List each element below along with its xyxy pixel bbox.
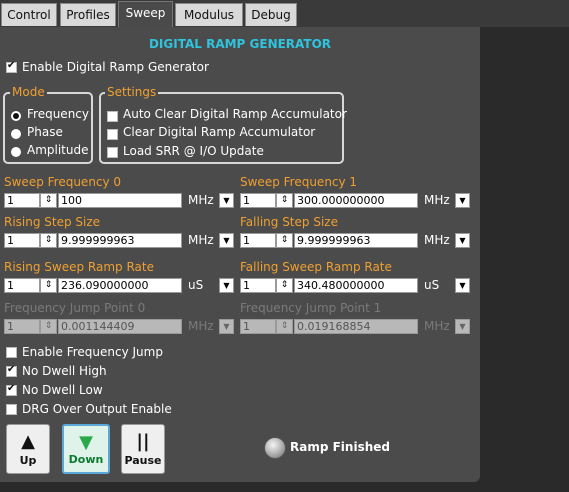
- tab-control[interactable]: Control: [1, 3, 57, 26]
- jump-point-1-spinner-icon: ⇕: [276, 319, 293, 334]
- falling-step-label: Falling Step Size: [240, 215, 338, 229]
- falling-step-index[interactable]: 1: [240, 233, 276, 248]
- enable-frequency-jump-label: Enable Frequency Jump: [22, 345, 163, 359]
- jump-point-1-label: Frequency Jump Point 1: [240, 301, 382, 315]
- falling-rate-index[interactable]: 1: [240, 278, 276, 293]
- sweep-freq-0-value[interactable]: 100: [58, 193, 182, 208]
- enable-drg-checkbox[interactable]: [6, 60, 17, 73]
- rising-step-unit: MHz: [188, 233, 214, 247]
- load-srr-label: Load SRR @ I/O Update: [123, 144, 264, 158]
- falling-rate-label: Falling Sweep Ramp Rate: [240, 260, 392, 274]
- tab-profiles[interactable]: Profiles: [60, 3, 116, 26]
- ramp-finished-indicator-icon: [264, 437, 286, 459]
- no-dwell-low-checkbox[interactable]: [6, 383, 17, 396]
- auto-clear-accumulator-checkbox[interactable]: [107, 111, 118, 122]
- rising-step-unit-dropdown-icon[interactable]: ▼: [219, 233, 234, 248]
- rising-rate-label: Rising Sweep Ramp Rate: [4, 260, 154, 274]
- falling-step-unit: MHz: [424, 233, 450, 247]
- up-arrow-icon: ▲: [21, 431, 35, 452]
- settings-legend: Settings: [105, 85, 159, 99]
- sweep-freq-1-spinner-icon[interactable]: ⇕: [276, 193, 293, 208]
- jump-point-0-unit-dropdown-icon: ▼: [219, 319, 234, 334]
- tab-debug[interactable]: Debug: [245, 3, 297, 26]
- drg-over-output-checkbox[interactable]: [6, 404, 17, 415]
- sweep-freq-0-unit-dropdown-icon[interactable]: ▼: [219, 193, 234, 208]
- mode-frequency-label: Frequency: [27, 107, 89, 121]
- mode-phase-radio[interactable]: [11, 129, 21, 139]
- clear-accumulator-checkbox[interactable]: [107, 129, 118, 140]
- down-button[interactable]: ▼ Down: [62, 424, 110, 474]
- pause-icon: ||: [136, 431, 150, 452]
- tab-sweep[interactable]: Sweep: [118, 1, 173, 27]
- mode-legend: Mode: [10, 85, 47, 99]
- jump-point-1-index: 1: [240, 319, 276, 334]
- sweep-freq-1-index[interactable]: 1: [240, 193, 276, 208]
- load-srr-checkbox[interactable]: [107, 147, 118, 158]
- enable-frequency-jump-checkbox[interactable]: [6, 347, 17, 358]
- rising-step-value[interactable]: 9.999999963: [58, 233, 182, 248]
- tab-modulus[interactable]: Modulus: [175, 3, 243, 26]
- panel-title: DIGITAL RAMP GENERATOR: [148, 37, 332, 51]
- falling-rate-unit: uS: [424, 278, 440, 292]
- sweep-freq-1-unit: MHz: [424, 193, 450, 207]
- sweep-freq-1-label: Sweep Frequency 1: [240, 175, 358, 189]
- mode-frequency-radio[interactable]: [11, 111, 21, 121]
- mode-phase-label: Phase: [27, 125, 63, 139]
- mode-amplitude-radio[interactable]: [11, 147, 21, 157]
- rising-rate-spinner-icon[interactable]: ⇕: [40, 278, 57, 293]
- jump-point-0-index: 1: [4, 319, 40, 334]
- jump-point-0-label: Frequency Jump Point 0: [4, 301, 146, 315]
- sweep-freq-0-unit: MHz: [188, 193, 214, 207]
- rising-rate-unit: uS: [188, 278, 204, 292]
- up-button-label: Up: [19, 454, 37, 467]
- falling-step-unit-dropdown-icon[interactable]: ▼: [455, 233, 470, 248]
- up-button[interactable]: ▲ Up: [6, 424, 50, 474]
- jump-point-0-unit: MHz: [188, 319, 214, 333]
- rising-step-label: Rising Step Size: [4, 215, 101, 229]
- no-dwell-high-label: No Dwell High: [22, 364, 107, 378]
- sweep-freq-1-value[interactable]: 300.000000000: [294, 193, 418, 208]
- sweep-freq-0-index[interactable]: 1: [4, 193, 40, 208]
- no-dwell-high-checkbox[interactable]: [6, 364, 17, 377]
- down-arrow-icon: ▼: [79, 432, 93, 453]
- jump-point-0-value: 0.001144409: [58, 319, 182, 334]
- mode-amplitude-label: Amplitude: [27, 143, 89, 157]
- pause-button-label: Pause: [124, 454, 162, 467]
- rising-step-spinner-icon[interactable]: ⇕: [40, 233, 57, 248]
- tab-bar: Control Profiles Sweep Modulus Debug: [0, 0, 569, 27]
- jump-point-0-spinner-icon: ⇕: [40, 319, 57, 334]
- rising-rate-unit-dropdown-icon[interactable]: ▼: [219, 278, 234, 293]
- sweep-freq-0-label: Sweep Frequency 0: [4, 175, 122, 189]
- no-dwell-low-label: No Dwell Low: [22, 383, 103, 397]
- sweep-freq-1-unit-dropdown-icon[interactable]: ▼: [455, 193, 470, 208]
- jump-point-1-value: 0.019168854: [294, 319, 418, 334]
- falling-step-value[interactable]: 9.999999963: [294, 233, 418, 248]
- falling-rate-spinner-icon[interactable]: ⇕: [276, 278, 293, 293]
- pause-button[interactable]: || Pause: [121, 424, 165, 474]
- jump-point-1-unit-dropdown-icon: ▼: [455, 319, 470, 334]
- rising-rate-index[interactable]: 1: [4, 278, 40, 293]
- jump-point-1-unit: MHz: [424, 319, 450, 333]
- falling-step-spinner-icon[interactable]: ⇕: [276, 233, 293, 248]
- ramp-finished-label: Ramp Finished: [290, 440, 390, 454]
- down-button-label: Down: [68, 453, 104, 466]
- falling-rate-unit-dropdown-icon[interactable]: ▼: [455, 278, 470, 293]
- falling-rate-value[interactable]: 340.480000000: [294, 278, 418, 293]
- sweep-freq-0-spinner-icon[interactable]: ⇕: [40, 193, 57, 208]
- rising-step-index[interactable]: 1: [4, 233, 40, 248]
- drg-over-output-label: DRG Over Output Enable: [22, 402, 172, 416]
- enable-drg-label: Enable Digital Ramp Generator: [22, 60, 209, 74]
- rising-rate-value[interactable]: 236.090000000: [58, 278, 182, 293]
- auto-clear-accumulator-label: Auto Clear Digital Ramp Accumulator: [123, 107, 347, 121]
- clear-accumulator-label: Clear Digital Ramp Accumulator: [123, 125, 316, 139]
